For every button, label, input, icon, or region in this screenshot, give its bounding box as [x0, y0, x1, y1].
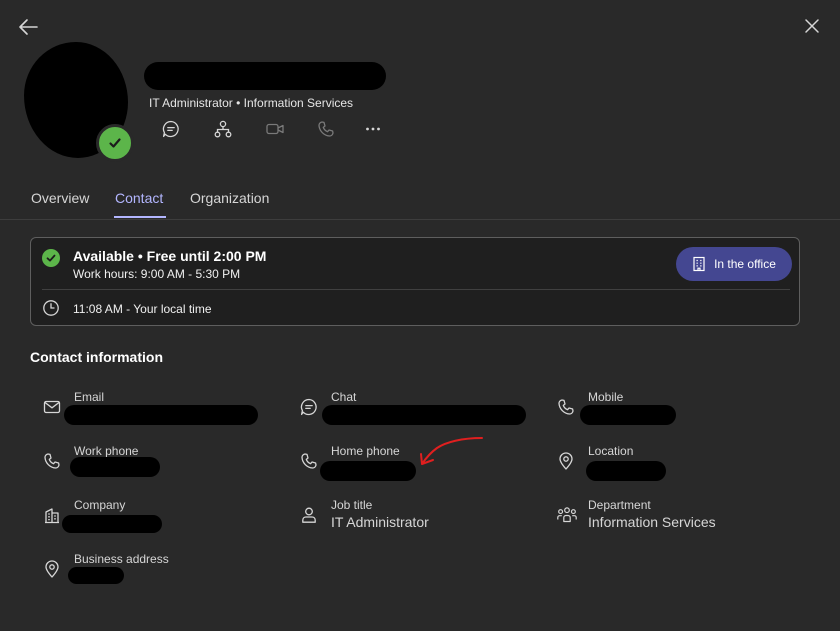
video-call-button[interactable] [262, 116, 288, 142]
phone-icon [299, 451, 319, 471]
work-phone-label: Work phone [74, 444, 139, 458]
location-pin-icon [556, 451, 576, 471]
clock-icon [42, 299, 60, 317]
phone-icon [42, 451, 62, 471]
more-options-button[interactable] [360, 116, 386, 142]
chat-icon [299, 397, 319, 417]
chat-button[interactable] [158, 116, 184, 142]
video-call-icon [266, 123, 284, 135]
annotation-arrow-icon [420, 437, 483, 465]
arrow-left-icon [19, 19, 38, 35]
available-status-icon [42, 249, 60, 267]
tab-contact[interactable]: Contact [115, 190, 163, 206]
local-time: 11:08 AM - Your local time [73, 302, 212, 316]
location-pin-icon [42, 559, 62, 579]
name-redaction [144, 62, 386, 90]
checkmark-icon [109, 138, 121, 148]
mobile-value-redaction[interactable] [580, 405, 676, 425]
work-location-button[interactable]: In the office [676, 247, 792, 281]
home-phone-value-redaction[interactable] [320, 461, 416, 481]
company-building-icon [42, 505, 62, 525]
job-title-value: IT Administrator [331, 514, 429, 530]
close-icon [805, 19, 819, 33]
contact-info-title: Contact information [30, 349, 163, 365]
mobile-label: Mobile [588, 390, 624, 404]
people-team-icon [556, 505, 577, 525]
chat-label: Chat [331, 390, 357, 404]
tabs-divider [0, 219, 840, 220]
company-label: Company [74, 498, 126, 512]
person-icon [299, 505, 319, 525]
email-value-redaction[interactable] [64, 405, 258, 425]
profile-subtitle: IT Administrator • Information Services [149, 96, 354, 110]
active-tab-indicator [114, 216, 166, 218]
mail-icon [42, 397, 62, 417]
org-chart-button[interactable] [210, 116, 236, 142]
call-button[interactable] [313, 116, 339, 142]
work-hours: Work hours: 9:00 AM - 5:30 PM [73, 267, 241, 281]
building-icon [693, 256, 705, 272]
close-button[interactable] [800, 14, 824, 38]
tab-overview[interactable]: Overview [31, 190, 89, 206]
chat-value-redaction[interactable] [322, 405, 526, 425]
company-value-redaction[interactable] [62, 515, 162, 533]
card-divider [42, 289, 790, 290]
call-icon [318, 121, 334, 137]
department-value: Information Services [588, 514, 716, 530]
tab-organization[interactable]: Organization [190, 190, 269, 206]
department-label: Department [588, 498, 651, 512]
chat-icon [162, 120, 179, 138]
back-button[interactable] [16, 14, 42, 40]
location-label: Location [588, 444, 634, 458]
phone-icon [556, 397, 576, 417]
location-value-redaction[interactable] [586, 461, 666, 481]
business-address-value-redaction[interactable] [68, 567, 124, 584]
work-phone-value-redaction[interactable] [70, 457, 160, 477]
work-location-label: In the office [714, 257, 776, 271]
more-icon [366, 127, 380, 131]
org-chart-icon [214, 120, 232, 138]
presence-available-badge [96, 124, 134, 162]
business-address-label: Business address [74, 552, 169, 566]
availability-status: Available • Free until 2:00 PM [73, 248, 267, 264]
job-title-label: Job title [331, 498, 373, 512]
checkmark-icon [46, 254, 56, 262]
home-phone-label: Home phone [331, 444, 400, 458]
email-label: Email [74, 390, 105, 404]
